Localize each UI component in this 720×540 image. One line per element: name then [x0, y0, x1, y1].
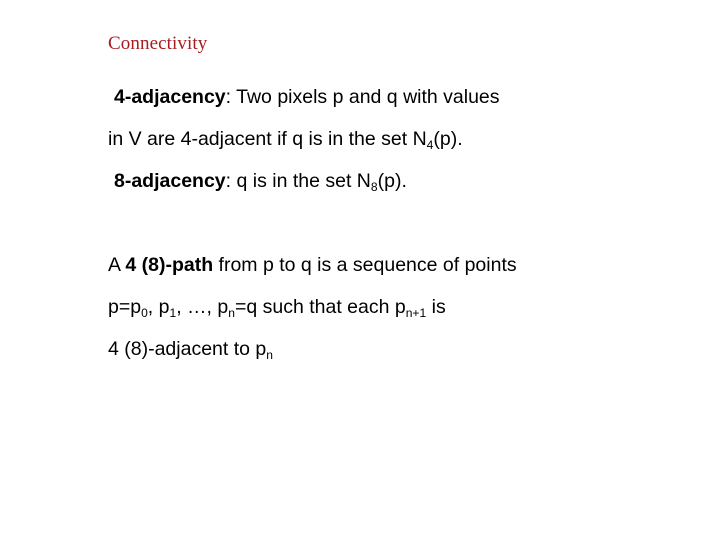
- body-line-path-adjacency: 4 (8)-adjacent to pn: [108, 328, 668, 370]
- body-text: from p to q is a sequence of points: [213, 254, 517, 276]
- slide-canvas: Connectivity 4-adjacency: Two pixels p a…: [0, 0, 720, 540]
- body-text: p=p: [108, 296, 142, 318]
- body-text: : q is in the set N: [225, 170, 371, 192]
- emphasis-text: 8-adjacency: [114, 170, 226, 192]
- body-text: : Two pixels p and q with values: [225, 86, 500, 108]
- emphasis-text: 4-adjacency: [114, 86, 226, 108]
- subscript-text: n+1: [405, 305, 427, 320]
- body-text: is: [426, 296, 446, 318]
- page-title: Connectivity: [108, 33, 208, 54]
- body-text: , …, p: [176, 296, 229, 318]
- body-line-blank-gap: [108, 202, 668, 244]
- body-text: , p: [147, 296, 170, 318]
- subscript-text: n: [266, 347, 273, 362]
- slide-body: 4-adjacency: Two pixels p and q with val…: [108, 76, 668, 370]
- body-line-four-adjacency: 4-adjacency: Two pixels p and q with val…: [108, 76, 668, 118]
- body-line-path-sequence: p=p0, p1, …, pn=q such that each pn+1 is: [108, 286, 668, 328]
- body-text: (p).: [433, 128, 463, 150]
- emphasis-text: 4 (8)-path: [125, 254, 214, 276]
- body-text: A: [108, 254, 126, 276]
- subscript-text: 8: [370, 179, 378, 194]
- body-text: in V are 4-adjacent if q is in the set N: [108, 128, 427, 150]
- body-text: =q such that each p: [234, 296, 406, 318]
- body-line-path-definition: A 4 (8)-path from p to q is a sequence o…: [108, 244, 668, 286]
- body-line-four-adjacency-cont: in V are 4-adjacent if q is in the set N…: [108, 118, 668, 160]
- body-text: 4 (8)-adjacent to p: [108, 338, 267, 360]
- subscript-text: n: [228, 305, 235, 320]
- body-line-eight-adjacency: 8-adjacency: q is in the set N8(p).: [108, 160, 668, 202]
- subscript-text: 0: [141, 305, 148, 320]
- body-text: (p).: [377, 170, 407, 192]
